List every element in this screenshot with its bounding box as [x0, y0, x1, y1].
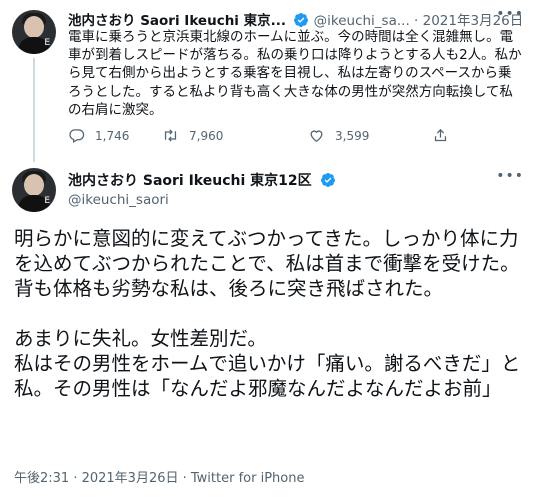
tweet-actions: 1,746 7,960 3,599	[68, 127, 468, 147]
avatar[interactable]: E	[12, 168, 56, 212]
separator: ·	[414, 13, 419, 29]
like-count: 3,599	[335, 128, 370, 143]
tweet-header: 池内さおり Saori Ikeuchi 東京... @ikeuchi_sa...…	[68, 9, 523, 29]
retweet-icon	[164, 129, 177, 142]
author-handle[interactable]: @ikeuchi_saori	[68, 192, 169, 208]
like-button[interactable]: 3,599	[308, 127, 369, 144]
retweet-count: 7,960	[189, 128, 224, 143]
share-icon	[434, 128, 447, 142]
more-options-icon[interactable]: •••	[496, 168, 524, 184]
more-options-icon[interactable]: •••	[496, 6, 524, 22]
author-name-row: 池内さおり Saori Ikeuchi 東京12区	[68, 170, 336, 190]
author-name[interactable]: 池内さおり Saori Ikeuchi 東京...	[68, 13, 286, 29]
tweet-timestamp[interactable]: 午後2:31 · 2021年3月26日 · Twitter for iPhone	[14, 467, 304, 486]
verified-badge-icon	[320, 173, 335, 187]
heart-icon	[310, 130, 323, 142]
author-name[interactable]: 池内さおり Saori Ikeuchi 東京12区	[68, 173, 312, 189]
tweet-text: 電車に乗ろうと京浜東北線のホームに並ぶ。今の時間は全く混雑無し。電車が到着しスピ…	[68, 29, 522, 118]
author-handle[interactable]: @ikeuchi_sa...	[314, 13, 410, 29]
thread-line	[33, 58, 35, 162]
avatar[interactable]: E	[12, 10, 56, 54]
tweet-text: 明らかに意図的に変えてぶつかってきた。しっかり体に力を込めてぶつかられたことで、…	[14, 227, 521, 400]
verified-badge-icon	[294, 13, 309, 27]
share-button[interactable]	[432, 127, 449, 144]
retweet-button[interactable]: 7,960	[162, 127, 223, 144]
reply-count: 1,746	[95, 128, 130, 143]
reply-button[interactable]: 1,746	[68, 127, 129, 144]
reply-icon	[69, 129, 85, 144]
